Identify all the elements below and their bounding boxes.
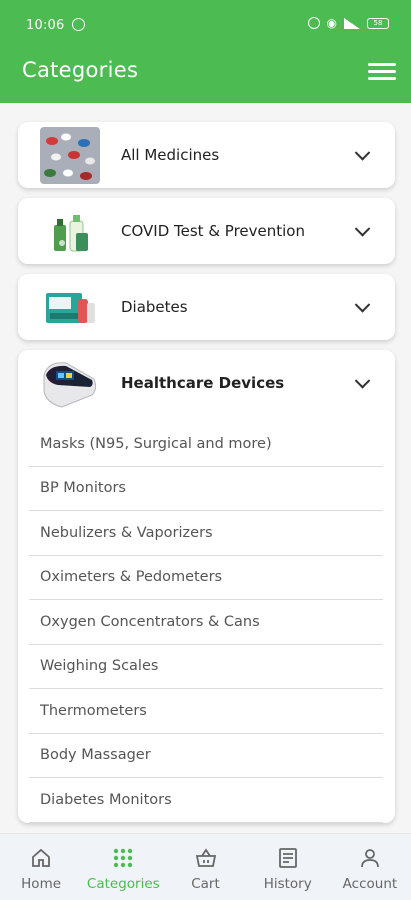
nav-label: Categories xyxy=(86,876,160,892)
chevron-down-icon[interactable] xyxy=(354,221,371,237)
wifi-icon: ◉ xyxy=(326,16,337,30)
category-header[interactable]: All Medicines xyxy=(18,122,395,188)
chevron-down-icon[interactable] xyxy=(354,297,371,313)
chevron-down-icon[interactable] xyxy=(354,145,371,161)
subcategory-item[interactable]: Weighing Scales xyxy=(29,645,383,689)
subcategory-item[interactable]: Masks (N95, Surgical and more) xyxy=(29,422,383,467)
covid-products-thumbnail xyxy=(40,203,100,260)
medicines-thumbnail xyxy=(40,127,100,184)
subcategory-item[interactable]: Oximeters & Pedometers xyxy=(29,556,383,600)
subcategory-item[interactable]: Nebulizers & Vaporizers xyxy=(29,511,383,556)
battery-icon: 58 xyxy=(367,17,389,29)
basket-icon xyxy=(193,846,219,870)
home-icon xyxy=(28,846,54,870)
nav-account[interactable]: Account xyxy=(329,834,411,900)
status-icons: ◉ 58 xyxy=(307,16,389,30)
app-bar: Categories xyxy=(0,46,411,103)
nav-label: History xyxy=(263,876,312,892)
category-label: Healthcare Devices xyxy=(121,374,285,392)
category-label: Diabetes xyxy=(121,298,188,316)
status-bar: 10:06 ◉ 58 xyxy=(0,0,411,46)
nav-label: Account xyxy=(342,876,398,892)
person-icon xyxy=(357,846,383,870)
nav-categories[interactable]: Categories xyxy=(82,834,164,900)
subcategory-item[interactable]: Body Massager xyxy=(29,734,383,778)
category-card-all-medicines[interactable]: All Medicines xyxy=(18,122,395,188)
nav-label: Home xyxy=(21,876,62,892)
menu-icon[interactable] xyxy=(368,63,398,83)
category-card-covid[interactable]: COVID Test & Prevention xyxy=(18,198,395,264)
category-header[interactable]: Healthcare Devices xyxy=(18,350,395,416)
category-card-diabetes[interactable]: Diabetes xyxy=(18,274,395,340)
subcategory-item[interactable]: BP Monitors xyxy=(29,467,383,511)
whatsapp-icon xyxy=(72,18,85,31)
glucometer-thumbnail xyxy=(40,279,100,336)
category-header[interactable]: Diabetes xyxy=(18,274,395,340)
nav-cart[interactable]: Cart xyxy=(164,834,246,900)
pulse-oximeter-thumbnail xyxy=(40,355,100,412)
category-label: COVID Test & Prevention xyxy=(121,222,305,240)
subcategory-item[interactable]: Diabetes Monitors xyxy=(29,778,383,823)
category-header[interactable]: COVID Test & Prevention xyxy=(18,198,395,264)
page-title: Categories xyxy=(22,58,139,82)
subcategory-item[interactable]: Oxygen Concentrators & Cans xyxy=(29,600,383,645)
subcategory-list: Masks (N95, Surgical and more) BP Monito… xyxy=(18,416,395,823)
category-card-healthcare-devices[interactable]: Healthcare Devices Masks (N95, Surgical … xyxy=(18,350,395,823)
status-time: 10:06 xyxy=(26,18,65,33)
chevron-down-icon[interactable] xyxy=(354,373,371,389)
history-icon xyxy=(275,846,301,870)
alarm-icon xyxy=(307,17,320,29)
subcategory-item[interactable]: Thermometers xyxy=(29,689,383,734)
nav-label: Cart xyxy=(191,876,220,892)
category-list: All Medicines COVID Test & Prevention Di… xyxy=(0,103,411,833)
nav-home[interactable]: Home xyxy=(0,834,82,900)
bottom-navigation: Home Categories Cart History Account xyxy=(0,833,411,900)
grid-icon xyxy=(110,846,136,870)
category-label: All Medicines xyxy=(121,146,220,164)
nav-history[interactable]: History xyxy=(247,834,329,900)
signal-icon xyxy=(344,17,360,29)
